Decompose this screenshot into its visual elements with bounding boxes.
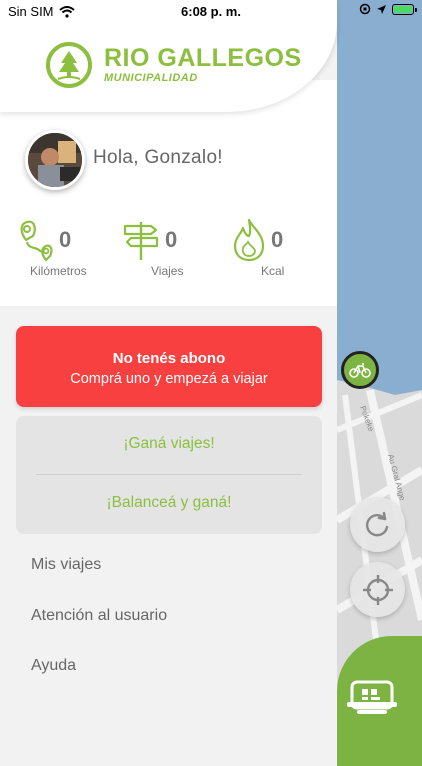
profile-photo: [28, 133, 82, 187]
user-name: Gonzalo!: [144, 147, 223, 168]
stat-kcal: 0 Kcal: [231, 216, 341, 278]
side-drawer: Hola, Gonzalo! 0 Kilómetros 0 Viajes 0 K…: [0, 0, 337, 750]
menu-item-help[interactable]: Ayuda: [31, 657, 76, 675]
logo-title: RIO GALLEGOS: [104, 44, 302, 72]
stat-trips: 0 Viajes: [123, 216, 233, 278]
bike-station-marker[interactable]: [341, 351, 379, 389]
battery-icon: [392, 3, 417, 15]
location-arrow-icon: [377, 4, 386, 14]
refresh-icon: [365, 511, 388, 536]
status-bar: Sin SIM 6:08 p. m.: [0, 0, 422, 24]
scanner-icon: [347, 680, 397, 714]
stat-kilometers-value: 0: [59, 227, 72, 252]
bicycle-icon: [349, 363, 371, 378]
no-subscription-card[interactable]: No tenés abono Comprá uno y empezá a via…: [16, 326, 322, 407]
win-trips-link[interactable]: ¡Ganá viajes!: [16, 435, 322, 453]
scan-unlock-button[interactable]: [337, 636, 422, 766]
greeting-text: Hola, Gonzalo!: [93, 147, 223, 169]
stat-kcal-value: 0: [271, 227, 284, 252]
profile-section: Hola, Gonzalo! 0 Kilómetros 0 Viajes 0 K…: [0, 80, 337, 306]
greeting-prefix: Hola,: [93, 147, 145, 168]
promo-card: ¡Ganá viajes! ¡Balanceá y ganá!: [16, 416, 322, 534]
avatar[interactable]: [25, 130, 85, 190]
crosshair-icon: [362, 574, 393, 605]
stat-kcal-label: Kcal: [261, 264, 285, 278]
route-pin-icon: [20, 220, 53, 262]
balance-and-win-link[interactable]: ¡Balanceá y ganá!: [16, 494, 322, 512]
menu-item-my-trips[interactable]: Mis viajes: [31, 556, 101, 574]
signpost-icon: [123, 222, 159, 260]
stat-kilometers-label: Kilómetros: [30, 264, 87, 278]
refresh-button[interactable]: [350, 497, 405, 552]
logo-subtitle: MUNICIPALIDAD: [104, 72, 198, 84]
flame-icon: [233, 218, 265, 262]
menu-item-user-support[interactable]: Atención al usuario: [31, 607, 167, 625]
stat-trips-value: 0: [165, 227, 178, 252]
stat-kilometers: 0 Kilómetros: [17, 216, 127, 278]
promo-divider: [36, 474, 302, 475]
no-subscription-title: No tenés abono: [112, 350, 226, 367]
no-subscription-subtitle: Comprá uno y empezá a viajar: [70, 371, 268, 387]
locate-me-button[interactable]: [350, 562, 405, 617]
orientation-lock-icon: [359, 3, 371, 15]
municipal-emblem-icon: [46, 42, 92, 88]
rio-gallegos-logo: RIO GALLEGOS MUNICIPALIDAD: [46, 42, 302, 88]
stat-trips-label: Viajes: [151, 264, 184, 278]
